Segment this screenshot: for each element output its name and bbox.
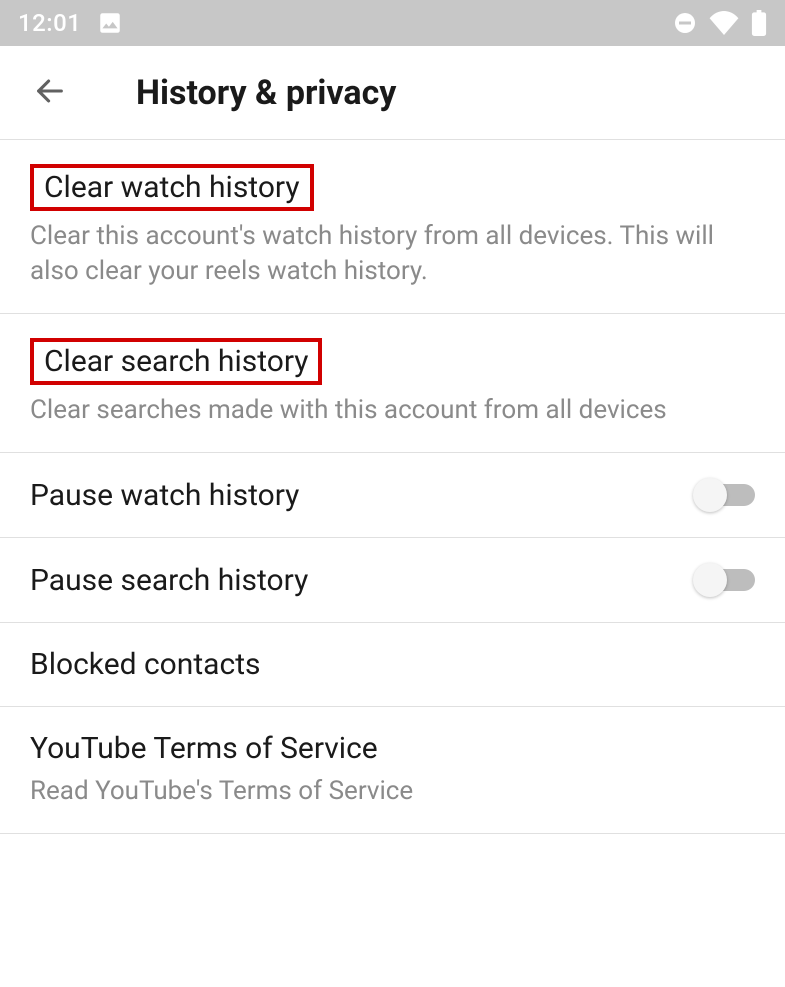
back-button[interactable] — [28, 71, 72, 115]
row-text: YouTube Terms of Service Read YouTube's … — [30, 731, 755, 809]
settings-list: Clear watch history Clear this account's… — [0, 140, 785, 834]
pause-search-history-switch[interactable] — [693, 562, 755, 598]
row-text: Blocked contacts — [30, 647, 755, 682]
status-time: 12:01 — [18, 9, 81, 37]
app-bar: History & privacy — [0, 46, 785, 140]
switch-thumb — [693, 478, 727, 512]
do-not-disturb-icon — [673, 11, 697, 35]
clear-search-history-row[interactable]: Clear search history Clear searches made… — [0, 314, 785, 453]
youtube-tos-row[interactable]: YouTube Terms of Service Read YouTube's … — [0, 707, 785, 834]
clear-watch-history-title: Clear watch history — [30, 164, 314, 211]
status-left: 12:01 — [18, 9, 123, 37]
pause-watch-history-title: Pause watch history — [30, 478, 693, 513]
switch-thumb — [693, 563, 727, 597]
pause-watch-history-switch[interactable] — [693, 477, 755, 513]
blocked-contacts-title: Blocked contacts — [30, 647, 755, 682]
wifi-icon — [709, 11, 739, 35]
row-text: Clear search history Clear searches made… — [30, 338, 755, 428]
youtube-tos-sub: Read YouTube's Terms of Service — [30, 774, 755, 809]
status-bar: 12:01 — [0, 0, 785, 46]
arrow-back-icon — [33, 74, 67, 112]
row-text: Pause watch history — [30, 478, 693, 513]
clear-watch-history-row[interactable]: Clear watch history Clear this account's… — [0, 140, 785, 314]
row-text: Clear watch history Clear this account's… — [30, 164, 755, 289]
clear-search-history-sub: Clear searches made with this account fr… — [30, 393, 755, 428]
clear-search-history-title: Clear search history — [30, 338, 322, 385]
clear-watch-history-sub: Clear this account's watch history from … — [30, 219, 755, 289]
battery-icon — [751, 10, 767, 36]
youtube-tos-title: YouTube Terms of Service — [30, 731, 755, 766]
status-right — [673, 10, 767, 36]
page-title: History & privacy — [136, 73, 396, 113]
pause-search-history-title: Pause search history — [30, 563, 693, 598]
image-icon — [97, 10, 123, 36]
row-text: Pause search history — [30, 563, 693, 598]
pause-search-history-row[interactable]: Pause search history — [0, 538, 785, 623]
blocked-contacts-row[interactable]: Blocked contacts — [0, 623, 785, 707]
pause-watch-history-row[interactable]: Pause watch history — [0, 453, 785, 538]
